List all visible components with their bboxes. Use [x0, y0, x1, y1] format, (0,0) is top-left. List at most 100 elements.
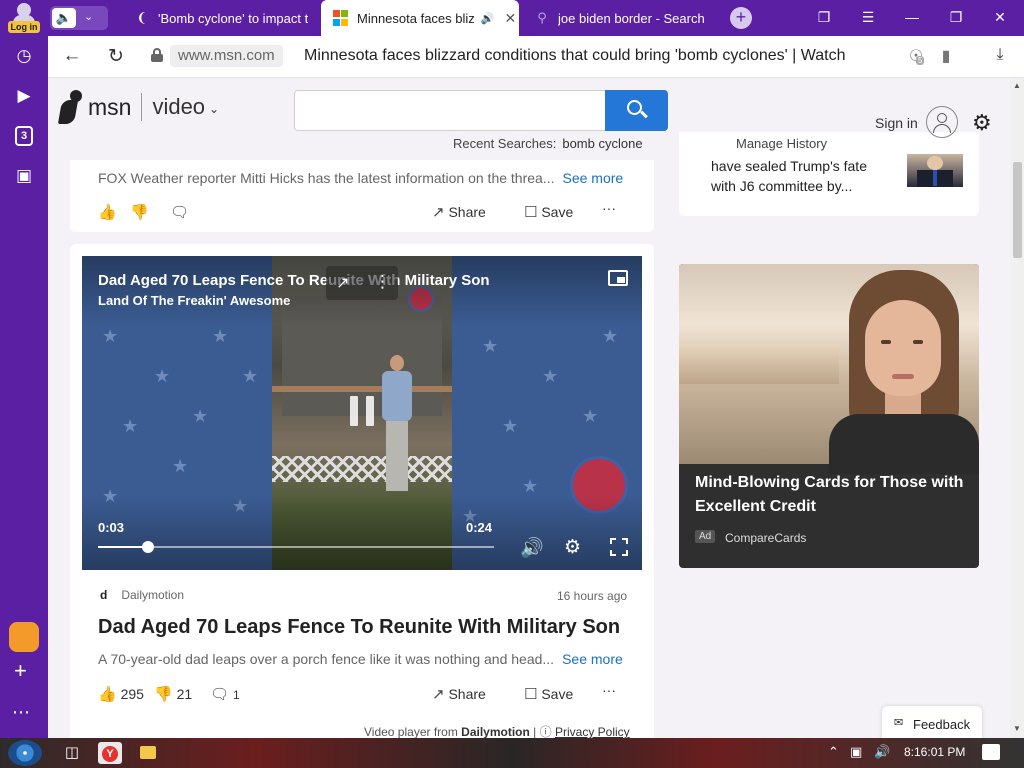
- video-overlay-title[interactable]: Dad Aged 70 Leaps Fence To Reunite With …: [98, 272, 490, 289]
- feedback-button[interactable]: ✉ Feedback: [882, 706, 982, 740]
- picture-in-picture-icon[interactable]: [608, 270, 628, 286]
- chevron-down-icon[interactable]: ⌄: [209, 102, 219, 116]
- privacy-policy-link[interactable]: Privacy Policy: [555, 725, 630, 739]
- network-icon[interactable]: ▣: [850, 744, 862, 760]
- search-input[interactable]: [294, 90, 606, 131]
- share-icon: ↗: [432, 204, 445, 221]
- manage-history-link[interactable]: Manage History: [736, 136, 827, 151]
- news-thumbnail[interactable]: [907, 154, 963, 187]
- msn-wordmark: msn: [88, 93, 132, 120]
- save-button[interactable]: ☐ Save: [524, 685, 573, 703]
- profile-avatar[interactable]: Log in: [8, 3, 40, 33]
- tab-joe-biden-border[interactable]: ⚲ joe biden border - Search: [522, 0, 722, 36]
- like-button[interactable]: 👍: [98, 203, 117, 221]
- tab-title: joe biden border - Search: [558, 10, 705, 26]
- tray-chevron-icon[interactable]: ⌃: [828, 744, 839, 760]
- seek-bar[interactable]: [98, 541, 494, 553]
- comment-button[interactable]: 🗨 1: [210, 685, 240, 703]
- sidebar-app-icon[interactable]: [9, 622, 39, 652]
- volume-icon[interactable]: 🔊: [520, 536, 544, 560]
- tab-close-icon[interactable]: ✕: [504, 10, 516, 27]
- comment-count: 1: [232, 688, 240, 702]
- screenshot-icon[interactable]: ▣: [12, 164, 36, 188]
- address-page-title[interactable]: Minnesota faces blizzard conditions that…: [304, 45, 846, 67]
- open-external-icon[interactable]: ↗: [336, 273, 349, 293]
- search-button[interactable]: [605, 90, 668, 131]
- video-channel[interactable]: Land Of The Freakin' Awesome: [98, 293, 290, 308]
- msn-logo[interactable]: msn video ⌄: [57, 90, 219, 124]
- start-button[interactable]: [8, 740, 42, 766]
- more-options-button[interactable]: ···: [602, 682, 616, 698]
- lock-icon[interactable]: [151, 48, 163, 62]
- media-player-icon[interactable]: ▶: [12, 84, 36, 108]
- scroll-up-icon[interactable]: ▲: [1013, 81, 1021, 90]
- pause-icon[interactable]: [350, 396, 374, 426]
- file-explorer-icon[interactable]: [140, 746, 156, 759]
- page-scrollbar[interactable]: ▲ ▼: [1010, 78, 1024, 738]
- tab-bomb-cyclone[interactable]: ❨ 'Bomb cyclone' to impact t: [122, 0, 318, 36]
- add-sidebar-item-icon[interactable]: +: [14, 658, 27, 684]
- more-options-button[interactable]: ···: [602, 200, 616, 216]
- sign-in-link[interactable]: Sign in: [875, 115, 918, 131]
- history-icon[interactable]: ◷: [12, 44, 36, 68]
- player-popout-controls: ↗ ⋮: [326, 266, 398, 300]
- comment-button[interactable]: 🗨: [170, 203, 189, 221]
- recent-search-term[interactable]: bomb cyclone: [562, 136, 642, 151]
- ad-image: [679, 264, 979, 474]
- settings-gear-icon[interactable]: ⚙: [972, 110, 992, 136]
- video-player[interactable]: ★★ ★★ ★★ ★★ ★★ ★★ ★★ ★★ Dad Aged 70 Leap…: [82, 256, 642, 570]
- seek-handle[interactable]: [141, 541, 154, 553]
- save-button[interactable]: ☐ Save: [524, 203, 573, 221]
- see-more-link[interactable]: See more: [562, 651, 623, 667]
- tab-minnesota[interactable]: Minnesota faces bliz 🔊 ✕: [321, 0, 519, 36]
- settings-gear-icon[interactable]: ⚙: [564, 536, 581, 559]
- ad-title[interactable]: Mind-Blowing Cards for Those with Excell…: [695, 471, 965, 519]
- menu-icon[interactable]: ☰: [858, 9, 878, 26]
- user-icon[interactable]: [926, 106, 958, 138]
- video-source[interactable]: d Dailymotion: [100, 588, 184, 602]
- url-domain[interactable]: www.msn.com: [170, 45, 283, 67]
- video-description: A 70-year-old dad leaps over a porch fen…: [98, 651, 623, 667]
- yandex-browser-taskbar-icon[interactable]: Y: [98, 742, 122, 764]
- tab-audio-icon[interactable]: 🔊: [481, 12, 495, 25]
- taskbar-clock[interactable]: 8:16:01 PM: [904, 745, 965, 759]
- close-window-icon[interactable]: ✕: [990, 9, 1010, 26]
- dislike-button[interactable]: 👎: [130, 203, 149, 221]
- more-icon[interactable]: ⋯: [12, 702, 31, 723]
- like-button[interactable]: 👍 295: [98, 685, 144, 703]
- see-more-link[interactable]: See more: [563, 170, 624, 186]
- seek-progress: [98, 546, 148, 548]
- collections-icon[interactable]: 3: [15, 126, 33, 146]
- share-button[interactable]: ↗ Share: [432, 203, 486, 221]
- task-view-icon[interactable]: ◫: [60, 742, 84, 764]
- bookmark-icon[interactable]: ▮: [936, 46, 956, 66]
- fullscreen-icon[interactable]: [610, 538, 628, 556]
- dailymotion-logo-icon: d: [100, 588, 108, 602]
- microsoft-logo-icon: [333, 10, 349, 26]
- recent-searches: Recent Searches: bomb cyclone: [453, 136, 643, 151]
- sound-control-button[interactable]: 🔈 ⌄: [50, 6, 108, 30]
- duration: 0:24: [466, 520, 493, 535]
- reload-icon[interactable]: ↻: [104, 45, 128, 68]
- vertical-more-icon[interactable]: ⋮: [374, 272, 391, 292]
- ad-card[interactable]: [679, 264, 979, 568]
- video-headline[interactable]: Dad Aged 70 Leaps Fence To Reunite With …: [98, 616, 620, 639]
- volume-tray-icon[interactable]: 🔊: [874, 744, 890, 760]
- dailymotion-link[interactable]: Dailymotion: [461, 725, 530, 739]
- new-tab-button[interactable]: +: [730, 7, 752, 29]
- share-button[interactable]: ↗ Share: [432, 685, 486, 703]
- back-icon[interactable]: ←: [60, 45, 84, 67]
- feedback-icon: ✉: [894, 717, 904, 729]
- bookmarks-tab-icon[interactable]: ❐: [814, 9, 834, 26]
- minimize-icon[interactable]: —: [902, 9, 922, 25]
- notifications-icon[interactable]: [982, 744, 1000, 760]
- news-headline[interactable]: have sealed Trump's fate with J6 committ…: [711, 156, 891, 196]
- download-icon[interactable]: ⤓: [990, 46, 1010, 64]
- protect-badge: 5: [916, 56, 925, 65]
- scroll-down-icon[interactable]: ▼: [1013, 724, 1021, 733]
- section-label[interactable]: video: [152, 94, 205, 120]
- scrollbar-thumb[interactable]: [1013, 162, 1022, 258]
- restore-icon[interactable]: ❐: [946, 9, 966, 26]
- ad-source: CompareCards: [725, 531, 807, 545]
- dislike-button[interactable]: 👎 21: [154, 685, 192, 703]
